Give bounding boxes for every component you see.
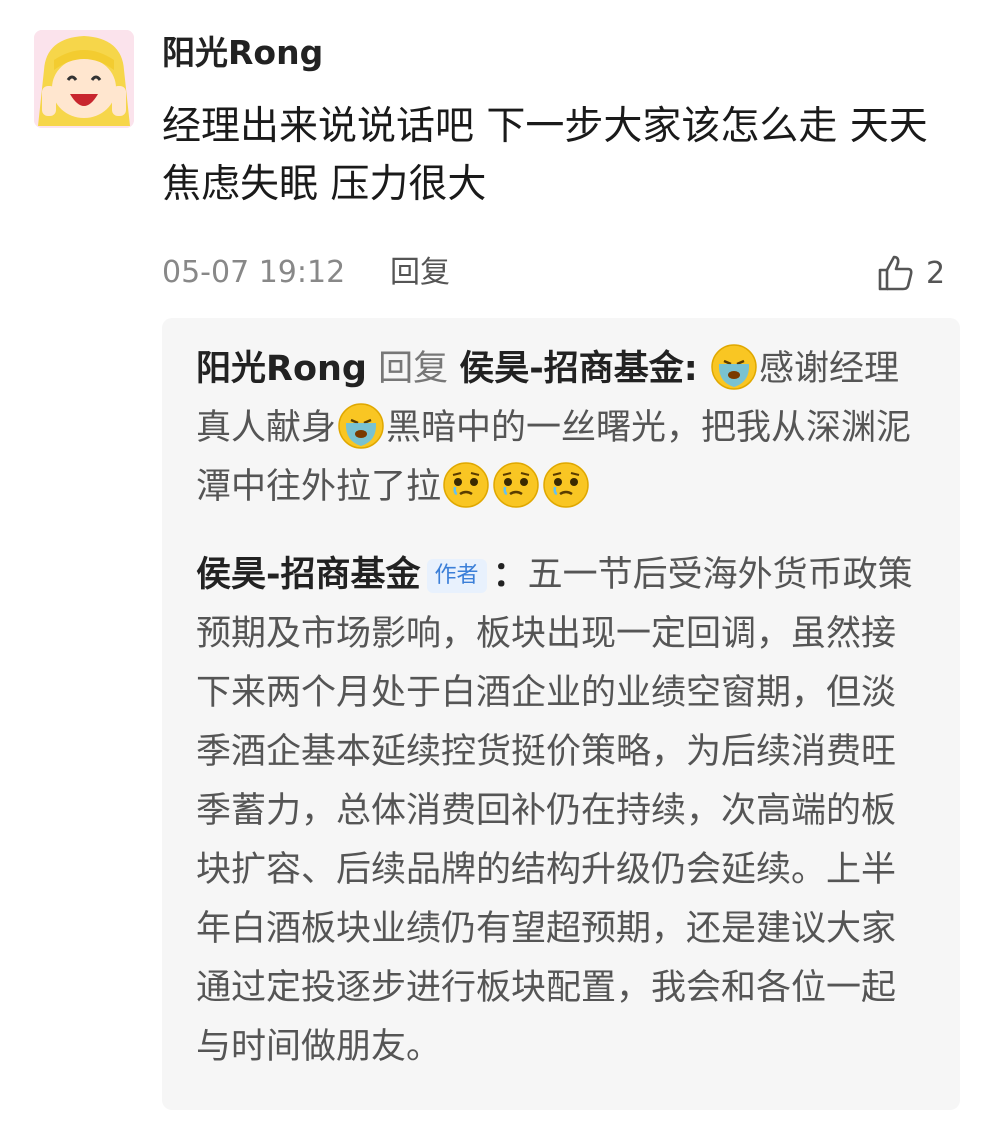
cartoon-girl-avatar [34,30,134,128]
like-count: 2 [926,255,946,291]
avatar[interactable] [34,30,134,128]
pleading-emoji [543,462,589,508]
author-reply[interactable]: 侯昊-招商基金 作者 ：五一节后受海外货币政策预期及市场影响，板块出现一定回调，虽然… [196,546,926,1077]
pleading-emoji [443,462,489,508]
comment-text: 经理出来说说话吧 下一步大家该怎么走 天天焦虑失眠 压力很大 [162,104,928,207]
like-button[interactable]: 2 [876,248,945,298]
author-reply-separator: ： [492,555,528,595]
author-reply-name[interactable]: 侯昊-招商基金 [196,555,421,595]
reply-target-name[interactable]: 侯昊-招商基金: [459,349,698,389]
user-reply[interactable]: 阳光Rong 回复 侯昊-招商基金: 感谢经理真人献身 黑暗中的一丝曙光，把我从… [196,340,926,517]
reply-button[interactable]: 回复 [390,250,450,296]
author-reply-text: 五一节后受海外货币政策预期及市场影响，板块出现一定回调，虽然接下来两个月处于白酒… [196,555,913,1067]
pleading-emoji [493,462,539,508]
crying-emoji [338,403,384,449]
reply-username[interactable]: 阳光Rong [196,349,367,389]
reply-verb: 回复 [378,349,449,389]
thumbs-up-outline-icon [878,255,913,291]
author-badge: 作者 [426,559,487,593]
comment-username[interactable]: 阳光Rong [162,30,323,76]
comment-timestamp: 05-07 19:12 [162,255,346,290]
replies-panel: 阳光Rong 回复 侯昊-招商基金: 感谢经理真人献身 黑暗中的一丝曙光，把我从… [162,318,960,1110]
crying-emoji [711,344,757,390]
